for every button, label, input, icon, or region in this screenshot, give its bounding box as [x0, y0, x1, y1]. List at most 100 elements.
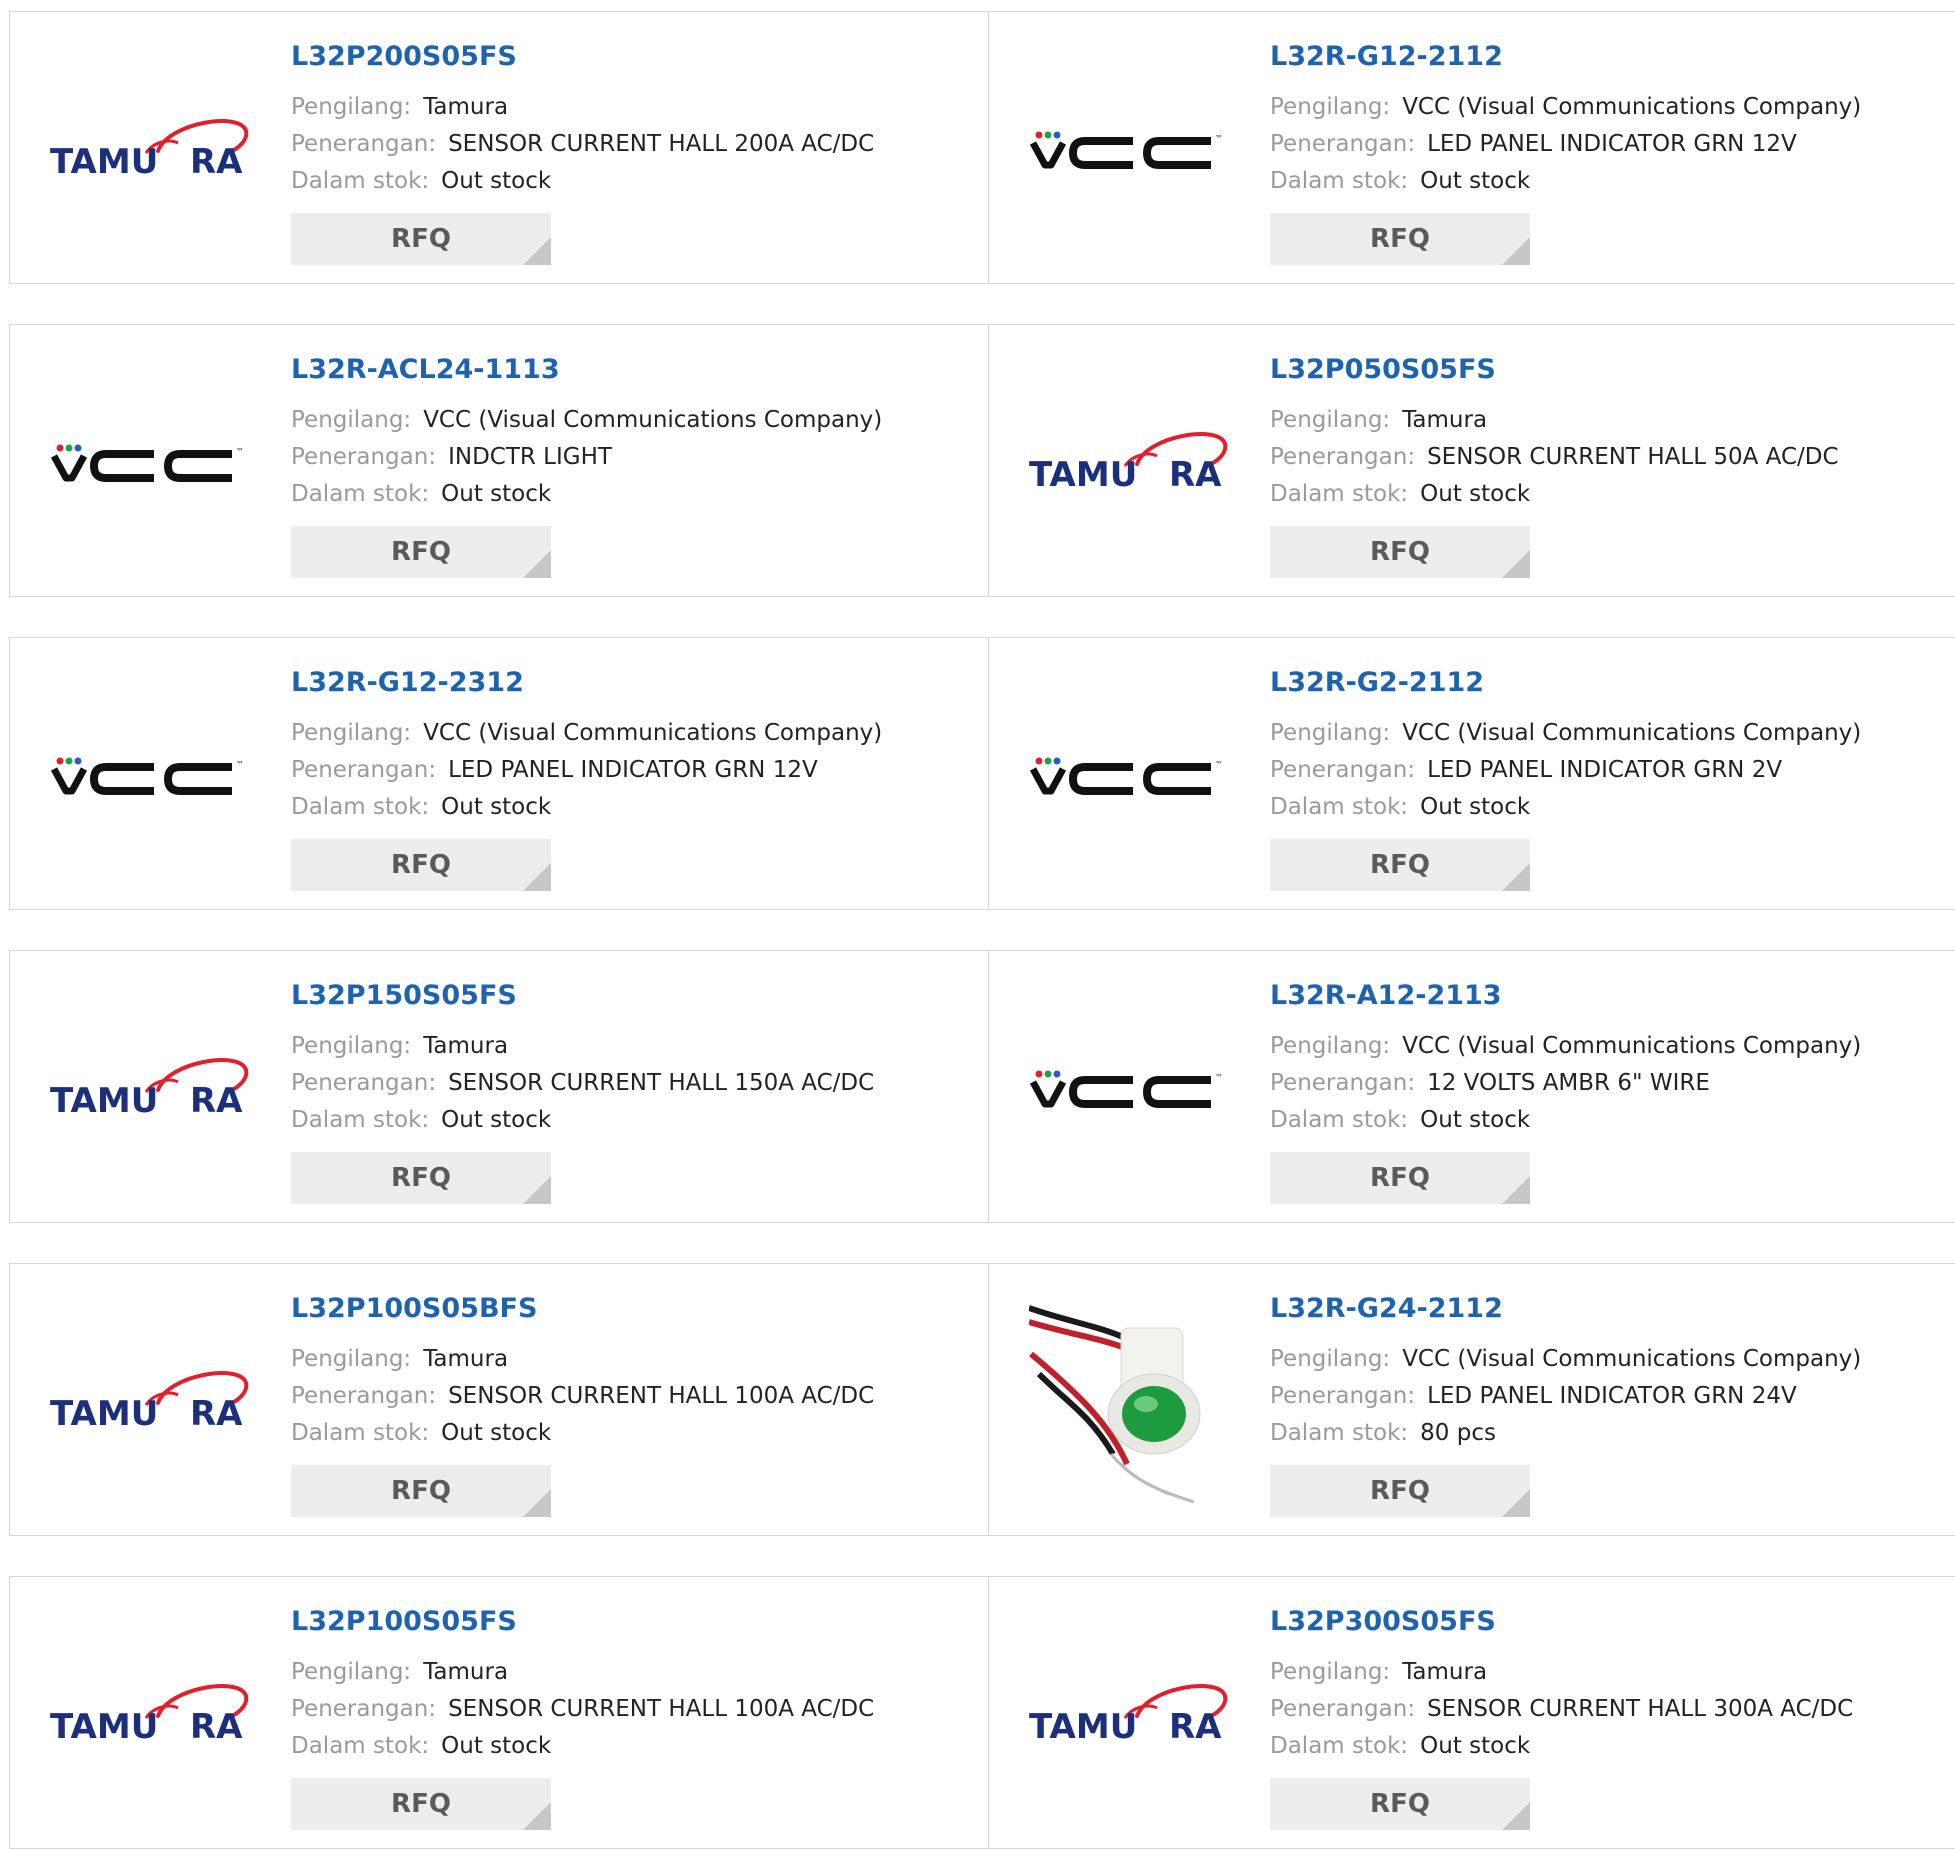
- product-part-link[interactable]: L32R-A12-2113: [1270, 980, 1502, 1011]
- manufacturer-value: VCC (Visual Communications Company): [1402, 1346, 1862, 1372]
- description-label: Penerangan:: [1270, 131, 1416, 157]
- product-card: ™ L32R-G2-2112 Pengilang: VCC (Visual Com…: [988, 638, 1955, 909]
- product-part-link[interactable]: L32R-G2-2112: [1270, 667, 1484, 698]
- stock-label: Dalam stok:: [291, 1420, 430, 1446]
- svg-text:™: ™: [236, 447, 244, 456]
- stock-value: Out stock: [441, 794, 552, 820]
- product-part-link[interactable]: L32P300S05FS: [1270, 1606, 1496, 1637]
- product-row: TAMU RA L32P100S05BFS Pengilang: Tamura P…: [9, 1263, 1955, 1536]
- svg-text:™: ™: [1215, 760, 1223, 769]
- manufacturer-line: Pengilang: Tamura: [291, 1033, 508, 1059]
- corner-triangle-icon: [1502, 1802, 1530, 1830]
- stock-line: Dalam stok: Out stock: [1270, 481, 1530, 507]
- rfq-button[interactable]: RFQ: [1270, 1465, 1530, 1517]
- rfq-button[interactable]: RFQ: [1270, 839, 1530, 891]
- corner-triangle-icon: [523, 550, 551, 578]
- stock-value: Out stock: [1420, 794, 1531, 820]
- stock-value: Out stock: [441, 1420, 552, 1446]
- svg-text:RA: RA: [190, 142, 243, 181]
- manufacturer-value: Tamura: [1402, 1659, 1488, 1685]
- rfq-button[interactable]: RFQ: [291, 1465, 551, 1517]
- product-part-link[interactable]: L32R-ACL24-1113: [291, 354, 560, 385]
- description-line: Penerangan: LED PANEL INDICATOR GRN 12V: [1270, 131, 1797, 157]
- product-part-link[interactable]: L32P100S05BFS: [291, 1293, 537, 1324]
- manufacturer-line: Pengilang: VCC (Visual Communications Com…: [291, 720, 882, 746]
- vcc-logo-icon: ™: [1029, 757, 1223, 795]
- manufacturer-value: VCC (Visual Communications Company): [423, 407, 883, 433]
- product-row: TAMU RA L32P200S05FS Pengilang: Tamura Pe…: [9, 11, 1955, 284]
- product-card: TAMU RA L32P200S05FS Pengilang: Tamura Pe…: [10, 12, 988, 283]
- manufacturer-line: Pengilang: Tamura: [291, 1346, 508, 1372]
- vcc-logo-icon: ™: [50, 444, 244, 482]
- description-line: Penerangan: SENSOR CURRENT HALL 100A AC/D…: [291, 1383, 874, 1409]
- description-value: LED PANEL INDICATOR GRN 12V: [448, 757, 818, 783]
- product-part-link[interactable]: L32R-G12-2312: [291, 667, 524, 698]
- stock-label: Dalam stok:: [291, 794, 430, 820]
- rfq-button[interactable]: RFQ: [291, 213, 551, 265]
- description-value: SENSOR CURRENT HALL 50A AC/DC: [1427, 444, 1839, 470]
- description-label: Penerangan:: [291, 1383, 437, 1409]
- rfq-button[interactable]: RFQ: [1270, 1152, 1530, 1204]
- vcc-logo-icon: ™: [50, 757, 244, 795]
- description-label: Penerangan:: [291, 1070, 437, 1096]
- stock-label: Dalam stok:: [1270, 1420, 1409, 1446]
- description-label: Penerangan:: [291, 1696, 437, 1722]
- rfq-button[interactable]: RFQ: [291, 839, 551, 891]
- rfq-button[interactable]: RFQ: [1270, 1778, 1530, 1830]
- product-row: TAMU RA L32P150S05FS Pengilang: Tamura Pe…: [9, 950, 1955, 1223]
- svg-text:RA: RA: [190, 1081, 243, 1120]
- rfq-button[interactable]: RFQ: [1270, 526, 1530, 578]
- product-part-link[interactable]: L32R-G24-2112: [1270, 1293, 1503, 1324]
- product-part-link[interactable]: L32P050S05FS: [1270, 354, 1496, 385]
- stock-label: Dalam stok:: [1270, 1107, 1409, 1133]
- manufacturer-line: Pengilang: VCC (Visual Communications Com…: [291, 407, 882, 433]
- svg-text:TAMU: TAMU: [50, 1394, 158, 1433]
- rfq-button[interactable]: RFQ: [291, 1152, 551, 1204]
- description-value: SENSOR CURRENT HALL 100A AC/DC: [448, 1696, 875, 1722]
- corner-triangle-icon: [1502, 1176, 1530, 1204]
- description-value: INDCTR LIGHT: [448, 444, 612, 470]
- stock-line: Dalam stok: Out stock: [291, 481, 551, 507]
- svg-text:™: ™: [1215, 134, 1223, 143]
- product-part-link[interactable]: L32P200S05FS: [291, 41, 517, 72]
- svg-text:RA: RA: [1169, 1707, 1222, 1746]
- svg-text:RA: RA: [1169, 455, 1222, 494]
- svg-text:™: ™: [236, 760, 244, 769]
- description-line: Penerangan: LED PANEL INDICATOR GRN 2V: [1270, 757, 1782, 783]
- product-part-link[interactable]: L32R-G12-2112: [1270, 41, 1503, 72]
- rfq-button-label: RFQ: [391, 1476, 451, 1506]
- corner-triangle-icon: [1502, 1489, 1530, 1517]
- manufacturer-line: Pengilang: Tamura: [1270, 407, 1487, 433]
- corner-triangle-icon: [523, 863, 551, 891]
- manufacturer-line: Pengilang: Tamura: [1270, 1659, 1487, 1685]
- manufacturer-label: Pengilang:: [1270, 1659, 1391, 1685]
- manufacturer-value: Tamura: [423, 1033, 509, 1059]
- svg-text:RA: RA: [190, 1394, 243, 1433]
- description-label: Penerangan:: [291, 131, 437, 157]
- description-line: Penerangan: SENSOR CURRENT HALL 300A AC/D…: [1270, 1696, 1853, 1722]
- product-part-link[interactable]: L32P100S05FS: [291, 1606, 517, 1637]
- manufacturer-label: Pengilang:: [291, 407, 412, 433]
- corner-triangle-icon: [1502, 237, 1530, 265]
- rfq-button[interactable]: RFQ: [291, 1778, 551, 1830]
- tamura-logo-icon: TAMU RA: [50, 1684, 249, 1746]
- corner-triangle-icon: [523, 237, 551, 265]
- tamura-logo-icon: TAMU RA: [50, 119, 249, 181]
- stock-label: Dalam stok:: [1270, 168, 1409, 194]
- rfq-button-label: RFQ: [1370, 537, 1430, 567]
- manufacturer-line: Pengilang: Tamura: [291, 1659, 508, 1685]
- manufacturer-line: Pengilang: VCC (Visual Communications Com…: [1270, 94, 1861, 120]
- description-label: Penerangan:: [1270, 1696, 1416, 1722]
- product-part-link[interactable]: L32P150S05FS: [291, 980, 517, 1011]
- product-card: TAMU RA L32P100S05FS Pengilang: Tamura Pe…: [10, 1577, 988, 1848]
- rfq-button-label: RFQ: [391, 1163, 451, 1193]
- rfq-button[interactable]: RFQ: [1270, 213, 1530, 265]
- manufacturer-value: Tamura: [1402, 407, 1488, 433]
- stock-value: 80 pcs: [1420, 1420, 1496, 1446]
- svg-text:TAMU: TAMU: [50, 1081, 158, 1120]
- stock-label: Dalam stok:: [1270, 794, 1409, 820]
- svg-text:RA: RA: [190, 1707, 243, 1746]
- description-value: LED PANEL INDICATOR GRN 24V: [1427, 1383, 1797, 1409]
- vcc-logo-icon: ™: [1029, 1070, 1223, 1108]
- rfq-button[interactable]: RFQ: [291, 526, 551, 578]
